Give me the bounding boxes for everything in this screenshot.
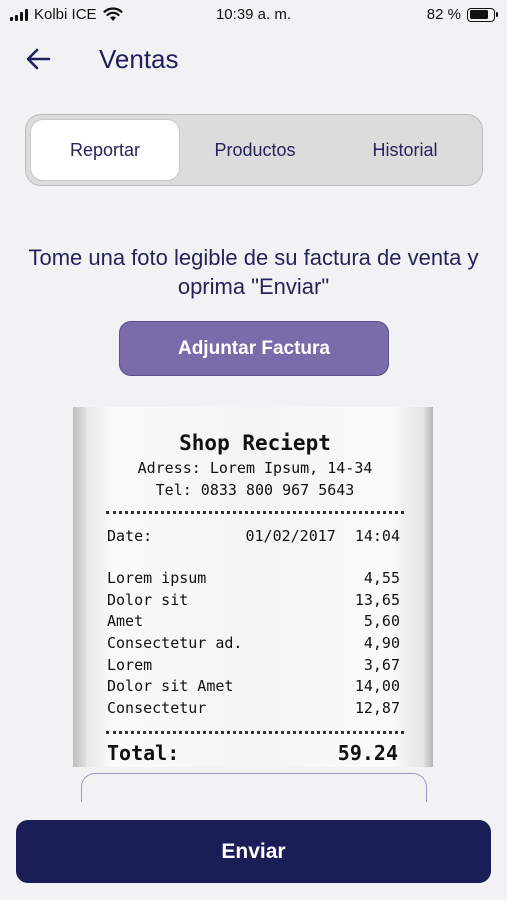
status-bar: Kolbi ICE 10:39 a. m. 82 % [0, 0, 507, 32]
receipt-item-price: 4,90 [363, 634, 400, 652]
receipt-date-value: 01/02/2017 14:04 [245, 527, 401, 545]
battery-percent: 82 % [426, 6, 461, 23]
receipt-item-price: 5,60 [363, 612, 400, 630]
receipt-tel: Tel: 0833 800 967 5643 [155, 481, 355, 499]
receipt-item: Consectetur ad. 4,90 [107, 634, 400, 652]
receipt-item-name: Lorem ipsum [107, 569, 207, 587]
receipt-item-price: 4,55 [363, 569, 400, 587]
receipt-item-name: Consectetur [107, 699, 207, 717]
arrow-left-icon[interactable] [24, 44, 54, 74]
receipt-item: Dolor sit 13,65 [107, 591, 400, 609]
receipt-divider [106, 511, 404, 514]
receipt-item: Dolor sit Amet 14,00 [107, 677, 400, 695]
receipt-divider [106, 731, 404, 734]
receipt-total-value: 59.24 [337, 741, 398, 765]
battery-icon [467, 7, 498, 22]
receipt-address: Adress: Lorem Ipsum, 14-34 [137, 459, 373, 477]
tab-productos[interactable]: Productos [180, 119, 330, 181]
receipt-item: Consectetur 12,87 [107, 699, 400, 717]
receipt-item-name: Dolor sit Amet [107, 677, 234, 695]
receipt-item-name: Consectetur ad. [107, 634, 243, 652]
attach-invoice-button[interactable]: Adjuntar Factura [119, 321, 389, 376]
receipt-paper: Shop Reciept Adress: Lorem Ipsum, 14-34 … [86, 407, 424, 767]
tab-reportar[interactable]: Reportar [30, 119, 180, 181]
page-title: Ventas [99, 44, 179, 74]
receipt-total-label: Total: [107, 741, 180, 765]
receipt-item-price: 13,65 [354, 591, 400, 609]
tab-bar: Reportar Productos Historial [25, 114, 483, 186]
instructions-text: Tome una foto legible de su factura de v… [28, 245, 479, 299]
receipt-total-row: Total: 59.24 [107, 741, 398, 765]
receipt-item: Lorem 3,67 [107, 656, 400, 674]
receipt-item-name: Amet [107, 612, 144, 630]
receipt-item-price: 3,67 [363, 656, 400, 674]
receipt-item-name: Lorem [107, 656, 153, 674]
receipt-item: Amet 5,60 [107, 612, 400, 630]
tab-historial[interactable]: Historial [330, 119, 480, 181]
receipt-date-row: Date: 01/02/2017 14:04 [107, 527, 400, 545]
receipt-item-price: 14,00 [354, 677, 400, 695]
receipt-image: Shop Reciept Adress: Lorem Ipsum, 14-34 … [73, 407, 433, 767]
receipt-item: Lorem ipsum 4,55 [107, 569, 400, 587]
receipt-date-label: Date: [107, 527, 153, 545]
send-button[interactable]: Enviar [16, 820, 491, 883]
receipt-item-price: 12,87 [354, 699, 400, 717]
status-right: 82 % [426, 6, 498, 23]
receipt-item-name: Dolor sit [107, 591, 189, 609]
receipt-shop-name: Shop Reciept [179, 431, 331, 455]
